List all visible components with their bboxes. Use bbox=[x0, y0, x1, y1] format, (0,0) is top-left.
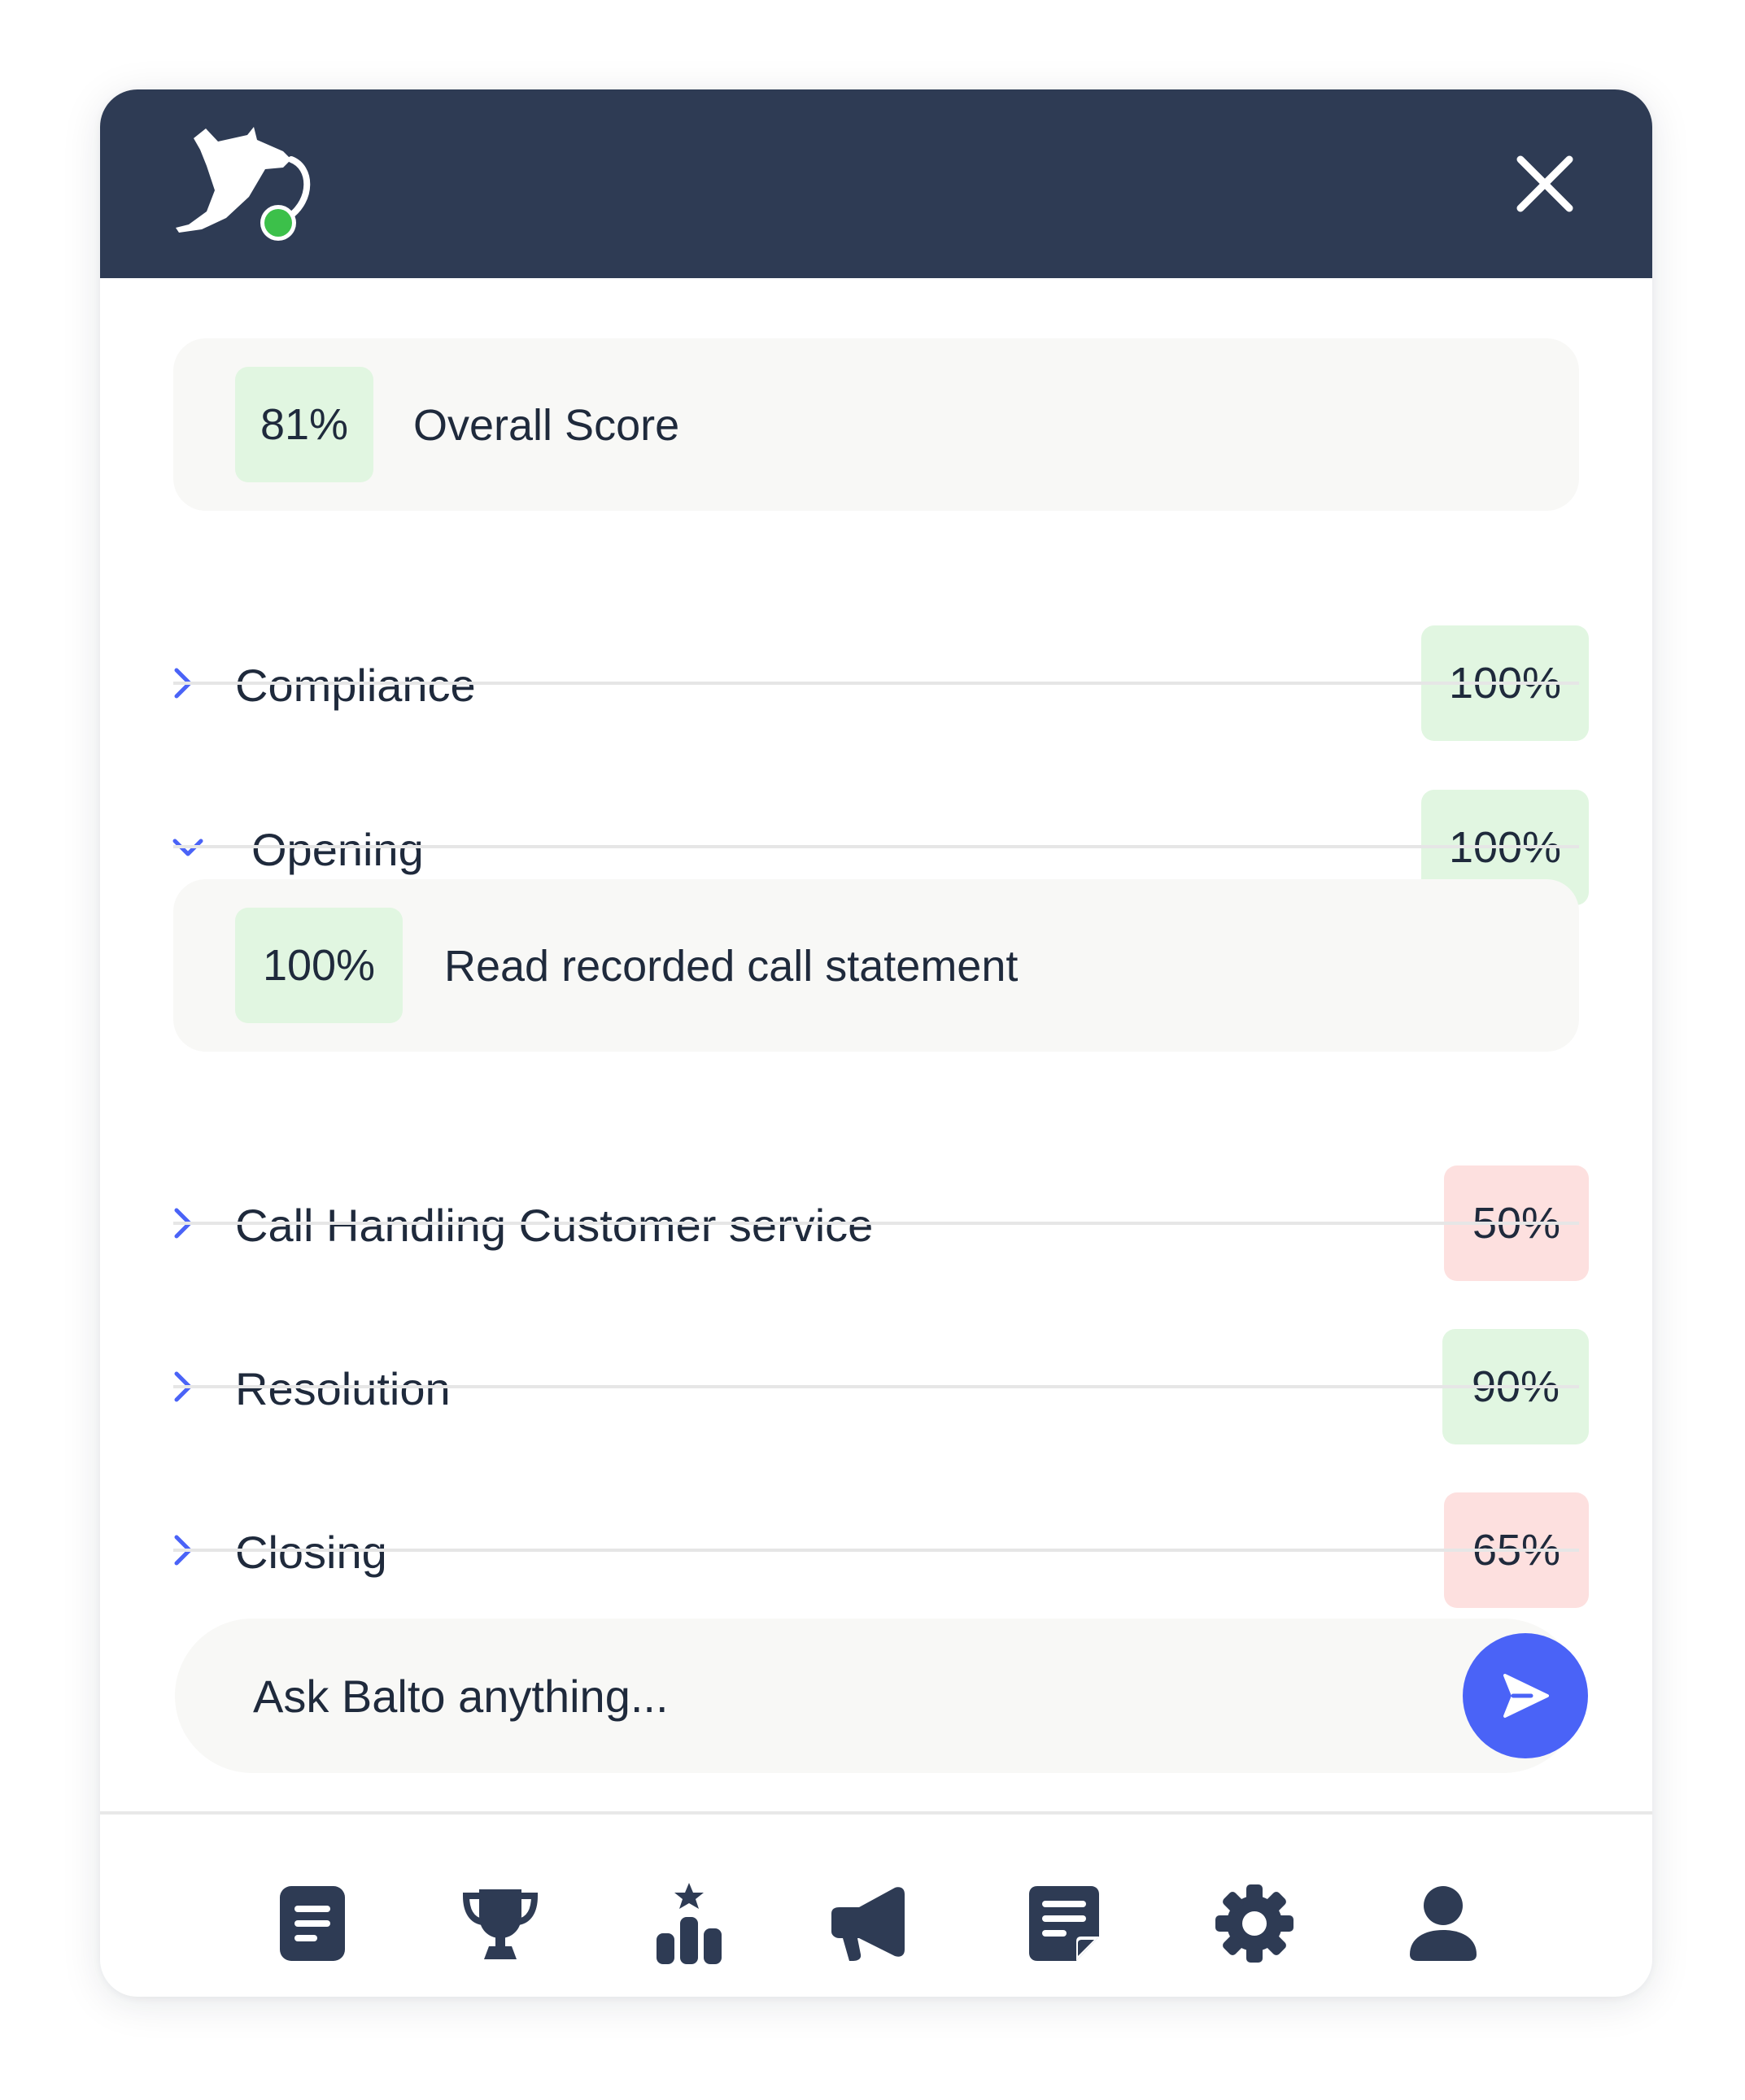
scorecard-panel: 81% Overall Score Compliance 100% Openin… bbox=[100, 89, 1652, 1997]
section-label: Call Handling Customer service bbox=[235, 1200, 874, 1251]
criterion-card-read-recorded-call-statement: 100% Read recorded call statement bbox=[173, 879, 1579, 1052]
nav-notes[interactable] bbox=[1019, 1879, 1109, 1968]
panel-header bbox=[100, 89, 1652, 278]
notes-icon bbox=[1029, 1886, 1099, 1961]
divider bbox=[173, 1385, 1579, 1388]
section-label: Compliance bbox=[235, 660, 476, 711]
footer-divider bbox=[100, 1811, 1652, 1815]
section-label: Closing bbox=[235, 1527, 387, 1578]
nav-announcements[interactable] bbox=[824, 1879, 914, 1968]
criterion-score-badge: 100% bbox=[235, 908, 403, 1023]
nav-profile[interactable] bbox=[1398, 1879, 1488, 1968]
overall-score-card: 81% Overall Score bbox=[173, 338, 1579, 511]
leaderboard-icon bbox=[657, 1883, 722, 1964]
divider bbox=[173, 1549, 1579, 1552]
divider bbox=[173, 682, 1579, 685]
divider bbox=[173, 1222, 1579, 1225]
send-button[interactable] bbox=[1463, 1633, 1588, 1758]
send-icon bbox=[1503, 1674, 1549, 1718]
overall-score-badge: 81% bbox=[235, 367, 373, 482]
nav-settings[interactable] bbox=[1210, 1879, 1299, 1968]
balto-dog-logo bbox=[176, 127, 311, 241]
nav-document[interactable] bbox=[268, 1879, 357, 1968]
criterion-label: Read recorded call statement bbox=[444, 942, 1019, 991]
ask-bar bbox=[175, 1619, 1588, 1773]
megaphone-icon bbox=[831, 1887, 905, 1961]
ask-input[interactable] bbox=[253, 1659, 1311, 1732]
nav-trophy[interactable] bbox=[456, 1879, 545, 1968]
user-icon bbox=[1410, 1886, 1477, 1961]
trophy-icon bbox=[462, 1889, 539, 1959]
section-label: Resolution bbox=[235, 1363, 451, 1414]
close-icon[interactable] bbox=[1506, 145, 1584, 223]
document-icon bbox=[280, 1886, 345, 1961]
gear-icon bbox=[1215, 1884, 1293, 1963]
overall-score-label: Overall Score bbox=[413, 401, 680, 450]
section-label: Opening bbox=[251, 824, 424, 875]
nav-leaderboard[interactable] bbox=[644, 1879, 734, 1968]
divider bbox=[173, 845, 1579, 848]
